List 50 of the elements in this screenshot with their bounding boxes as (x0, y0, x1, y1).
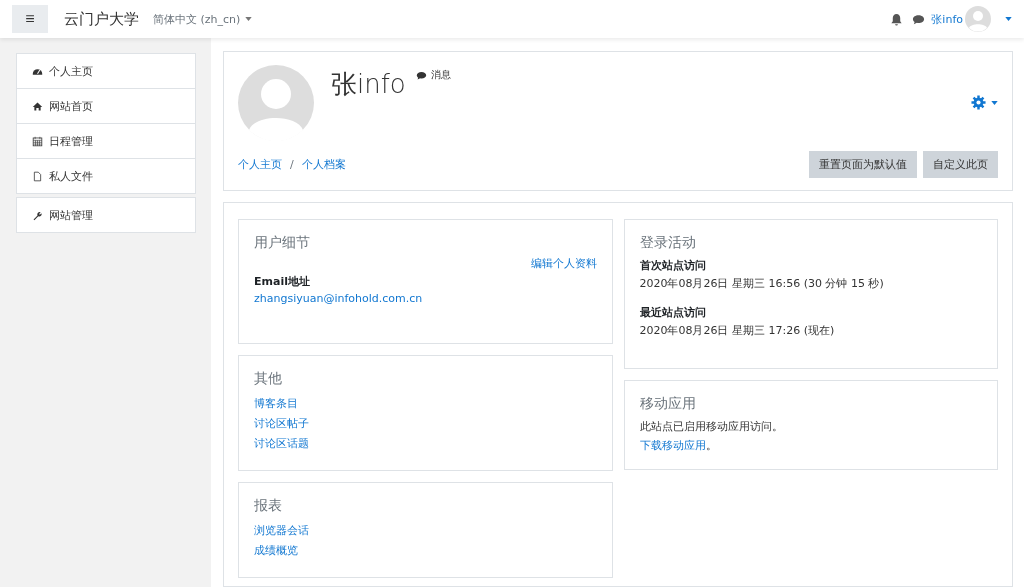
info-text: 此站点已启用移动应用访问。 (639, 419, 784, 434)
section-title: 用户细节 (254, 234, 311, 252)
field-label: 首次站点访问 (639, 258, 707, 273)
home-icon (32, 100, 43, 112)
sidebar-item[interactable]: 网站管理 (17, 198, 195, 232)
wrench-icon (32, 209, 43, 221)
bell-icon[interactable] (890, 12, 904, 26)
calendar-icon (32, 135, 43, 147)
page-button[interactable]: 自定义此页 (923, 151, 998, 178)
field-value: 2020年08月26日 星期三 17:26 (现在) (639, 323, 836, 338)
edit-profile-link[interactable]: 编辑个人资料 (530, 256, 597, 271)
field-label: Email地址 (254, 274, 311, 289)
sidebar-item[interactable]: 个人主页 (17, 54, 195, 88)
field-value: 2020年08月26日 星期三 16:56 (30 分钟 15 秒) (639, 276, 885, 291)
chat-icon (415, 69, 427, 81)
breadcrumb-link[interactable]: 个人主页 (238, 157, 282, 172)
user-menu[interactable]: 张info (925, 11, 965, 27)
message-link[interactable]: 消息 (415, 68, 451, 82)
avatar-icon (238, 65, 314, 141)
email-link[interactable]: zhangsiyuan@infohold.com.cn (254, 292, 597, 305)
caret-icon[interactable] (1005, 17, 1012, 21)
menu-button[interactable]: ≡ (12, 5, 48, 33)
caret-icon (991, 100, 998, 105)
section-link[interactable]: 讨论区话题 (254, 434, 597, 454)
site-name[interactable]: 云门户大学 (64, 9, 139, 29)
breadcrumb-link[interactable]: 个人档案 (301, 157, 346, 172)
section-title: 登录活动 (639, 234, 697, 252)
settings-icon (971, 95, 986, 110)
section-link[interactable]: 浏览器会话 (254, 521, 597, 541)
file-icon (32, 170, 43, 182)
section-title: 报表 (254, 497, 283, 515)
section-link[interactable]: 讨论区帖子 (254, 414, 597, 434)
language-dropdown[interactable]: 简体中文 (zh_cn) (153, 11, 253, 27)
punctuation: 。 (705, 438, 717, 453)
chat-icon[interactable] (912, 12, 926, 26)
section-title: 移动应用 (639, 395, 697, 413)
download-app-link[interactable]: 下载移动应用 (639, 438, 706, 453)
settings-menu[interactable] (971, 95, 998, 110)
profile-name: 张info (331, 68, 406, 101)
breadcrumb-separator: / (290, 158, 294, 171)
page-button[interactable]: 重置页面为默认值 (809, 151, 917, 178)
section-link[interactable]: 博客条目 (254, 394, 597, 414)
avatar-icon (965, 6, 991, 32)
field-label: 最近站点访问 (639, 305, 707, 320)
section-link[interactable]: 成绩概览 (254, 541, 597, 561)
sidebar-item[interactable]: 日程管理 (17, 123, 195, 158)
section-title: 其他 (254, 370, 283, 388)
caret-icon (245, 17, 253, 21)
sidebar-item[interactable]: 网站首页 (17, 88, 195, 123)
sidebar-item[interactable]: 私人文件 (17, 158, 195, 193)
